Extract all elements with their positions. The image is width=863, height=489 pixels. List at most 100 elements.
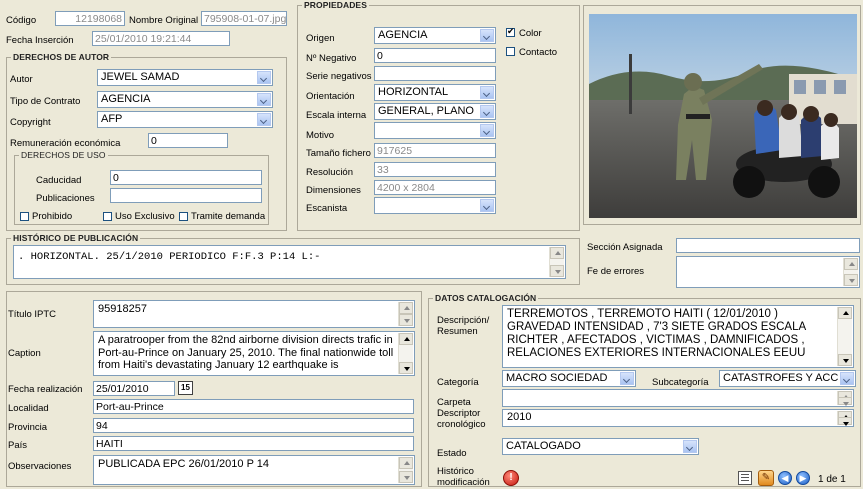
scroll-up-icon[interactable]	[399, 457, 413, 469]
previous-page-icon[interactable]: ◀	[778, 471, 792, 485]
origen-select[interactable]: AGENCIA	[374, 27, 496, 44]
copyright-label: Copyright	[10, 117, 51, 128]
fe-errores-textarea[interactable]	[676, 256, 860, 288]
scroll-down-icon[interactable]	[838, 417, 852, 426]
autor-select[interactable]: JEWEL SAMAD	[97, 69, 273, 86]
tipo-contrato-select[interactable]: AGENCIA	[97, 91, 273, 108]
remuneracion-label: Remuneración económica	[10, 138, 121, 149]
escala-value: GENERAL, PLANO	[378, 105, 474, 117]
fecha-realizacion-field[interactable]: 25/01/2010	[93, 381, 175, 396]
caducidad-field[interactable]: 0	[110, 170, 262, 185]
remuneracion-field[interactable]: 0	[148, 133, 228, 148]
negativo-field[interactable]: 0	[374, 48, 496, 63]
dimensiones-label: Dimensiones	[306, 185, 361, 196]
scroll-up-icon[interactable]	[399, 333, 413, 345]
alert-icon[interactable]: !	[503, 470, 519, 486]
calendar-icon[interactable]: 15	[178, 381, 193, 395]
localidad-field[interactable]: Port-au-Prince	[93, 399, 414, 414]
chevron-down-icon[interactable]	[480, 86, 494, 99]
chevron-down-icon[interactable]	[257, 113, 271, 126]
historico-scrollbar[interactable]	[549, 247, 564, 277]
tamano-field[interactable]: 917625	[374, 143, 496, 158]
chevron-down-icon[interactable]	[840, 372, 854, 385]
color-label: Color	[519, 28, 542, 39]
provincia-field[interactable]: 94	[93, 418, 414, 433]
color-checkbox[interactable]	[506, 26, 515, 37]
scroll-down-icon[interactable]	[550, 265, 564, 277]
escala-label: Escala interna	[306, 110, 367, 121]
scroll-up-icon[interactable]	[550, 247, 564, 259]
scroll-down-icon[interactable]	[399, 362, 413, 374]
observaciones-scrollbar[interactable]	[398, 457, 413, 483]
chevron-down-icon[interactable]	[480, 199, 494, 212]
resolucion-label: Resolución	[306, 167, 353, 178]
edit-icon[interactable]: ✎	[758, 470, 774, 486]
carpeta-textarea[interactable]	[502, 389, 854, 407]
copyright-select[interactable]: AFP	[97, 111, 273, 128]
motivo-select[interactable]	[374, 122, 496, 139]
scroll-up-icon[interactable]	[838, 307, 852, 319]
escanista-select[interactable]	[374, 197, 496, 214]
derechos-uso-title: DERECHOS DE USO	[19, 150, 108, 160]
subcategoria-value: CATASTROFES Y ACC	[723, 372, 839, 384]
chevron-down-icon[interactable]	[480, 124, 494, 137]
origen-value: AGENCIA	[378, 29, 428, 41]
dimensiones-field[interactable]: 4200 x 2804	[374, 180, 496, 195]
prohibido-checkbox[interactable]	[20, 212, 29, 221]
titulo-iptc-textarea[interactable]: 95918257	[93, 300, 415, 328]
fecha-insercion-field[interactable]: 25/01/2010 19:21:44	[92, 31, 230, 46]
chevron-down-icon[interactable]	[257, 71, 271, 84]
photo-preview[interactable]	[589, 14, 857, 218]
contacto-checkbox[interactable]	[506, 47, 515, 56]
derechos-autor-title: DERECHOS DE AUTOR	[11, 52, 112, 62]
pais-field[interactable]: HAITI	[93, 436, 414, 451]
titulo-iptc-scrollbar[interactable]	[398, 302, 413, 326]
subcategoria-select[interactable]: CATASTROFES Y ACC	[719, 370, 856, 387]
chevron-down-icon[interactable]	[257, 93, 271, 106]
descriptor-scrollbar[interactable]	[837, 411, 852, 426]
scroll-down-icon[interactable]	[399, 314, 413, 326]
uso-exclusivo-checkbox[interactable]	[103, 212, 112, 221]
scroll-up-icon[interactable]	[844, 258, 858, 270]
caption-textarea[interactable]: A paratrooper from the 82nd airborne div…	[93, 331, 415, 376]
escala-select[interactable]: GENERAL, PLANO	[374, 103, 496, 120]
chevron-down-icon[interactable]	[683, 440, 697, 453]
historico-modificacion-line2: modificación	[437, 477, 490, 488]
descriptor-label-line1: Descriptor	[437, 408, 481, 419]
carpeta-scrollbar[interactable]	[837, 391, 852, 406]
chevron-down-icon[interactable]	[620, 372, 634, 385]
historico-textarea[interactable]: . HORIZONTAL. 25/1/2010 PERIODICO F:F.3 …	[13, 245, 566, 279]
scroll-down-icon[interactable]	[844, 274, 858, 286]
descripcion-label: Descripción/ Resumen	[437, 315, 489, 337]
chevron-down-icon[interactable]	[480, 29, 494, 42]
fe-errores-scrollbar[interactable]	[843, 258, 858, 286]
scroll-down-icon[interactable]	[838, 397, 852, 406]
caption-scrollbar[interactable]	[398, 333, 413, 374]
descripcion-scrollbar[interactable]	[837, 307, 852, 366]
descriptor-textarea[interactable]: 2010	[502, 409, 854, 427]
chevron-down-icon[interactable]	[480, 105, 494, 118]
list-view-icon[interactable]	[738, 471, 752, 485]
observaciones-textarea[interactable]: PUBLICADA EPC 26/01/2010 P 14	[93, 455, 415, 485]
scroll-up-icon[interactable]	[399, 302, 413, 314]
uso-exclusivo-label: Uso Exclusivo	[115, 211, 175, 222]
descripcion-textarea[interactable]: TERREMOTOS , TERREMOTO HAITI ( 12/01/201…	[502, 305, 854, 368]
categoria-select[interactable]: MACRO SOCIEDAD	[502, 370, 636, 387]
seccion-field[interactable]	[676, 238, 860, 253]
estado-select[interactable]: CATALOGADO	[502, 438, 699, 455]
escanista-label: Escanista	[306, 203, 348, 214]
next-page-icon[interactable]: ▶	[796, 471, 810, 485]
orientacion-label: Orientación	[306, 91, 355, 102]
serie-field[interactable]	[374, 66, 496, 81]
localidad-label: Localidad	[8, 403, 49, 414]
tramite-checkbox[interactable]	[179, 212, 188, 221]
orientacion-select[interactable]: HORIZONTAL	[374, 84, 496, 101]
scroll-down-icon[interactable]	[838, 354, 852, 366]
publicaciones-field[interactable]	[110, 188, 262, 203]
codigo-field[interactable]: 12198068	[55, 11, 125, 26]
orientacion-value: HORIZONTAL	[378, 86, 449, 98]
scroll-down-icon[interactable]	[399, 471, 413, 483]
calendar-day: 15	[181, 383, 190, 392]
nombre-original-field[interactable]: 795908-01-07.jpg	[201, 11, 287, 26]
resolucion-field[interactable]: 33	[374, 162, 496, 177]
